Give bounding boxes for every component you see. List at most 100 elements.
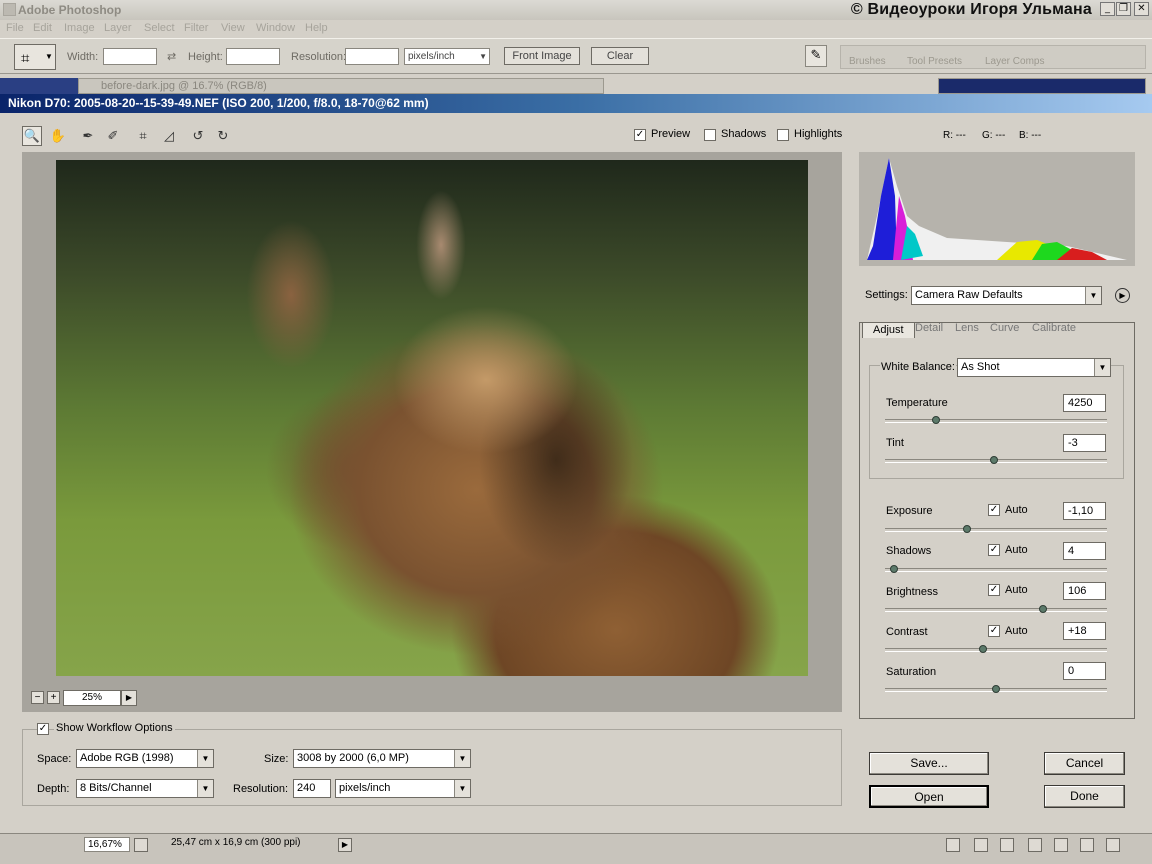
brightness-input[interactable]: 106 (1063, 582, 1106, 600)
tab-calibrate[interactable]: Calibrate (1032, 322, 1076, 338)
color-sampler-tool-icon[interactable]: ✐ (103, 126, 123, 146)
menu-file[interactable]: File (6, 22, 24, 34)
zoom-tool-icon[interactable]: 🔍 (22, 126, 42, 146)
settings-menu-icon[interactable]: ▶ (1115, 288, 1130, 303)
show-workflow-checkbox[interactable]: ✓ (37, 723, 49, 735)
tint-slider[interactable] (990, 456, 998, 464)
highlights-label: Highlights (794, 128, 843, 140)
highlights-checkbox[interactable] (777, 129, 789, 141)
document-window-titlebar[interactable]: before-dark.jpg @ 16.7% (RGB/8) (78, 78, 604, 94)
exposure-auto-checkbox[interactable]: ✓ (988, 504, 1000, 516)
layer-mask-icon[interactable] (1000, 838, 1014, 852)
cancel-button[interactable]: Cancel (1044, 752, 1125, 775)
depth-label: Depth: (37, 783, 70, 795)
zoom-out-button[interactable]: − (31, 691, 44, 704)
resolution-units-select[interactable]: pixels/inch ▼ (335, 779, 471, 798)
resolution-field[interactable] (345, 48, 399, 65)
done-button[interactable]: Done (1044, 785, 1125, 808)
units-select[interactable]: pixels/inch ▼ (404, 48, 490, 65)
front-image-button[interactable]: Front Image (504, 47, 580, 65)
white-balance-tool-icon[interactable]: ✒ (78, 126, 98, 146)
palette-tab-tool-presets[interactable]: Tool Presets (907, 56, 962, 67)
space-value: Adobe RGB (1998) (80, 752, 174, 764)
shadows-auto-checkbox[interactable]: ✓ (988, 544, 1000, 556)
contrast-input[interactable]: +18 (1063, 622, 1106, 640)
menu-select[interactable]: Select (144, 22, 175, 34)
open-button[interactable]: Open (869, 785, 989, 808)
height-field[interactable] (226, 48, 280, 65)
status-arrow-icon[interactable]: ▶ (338, 838, 352, 852)
straighten-tool-icon[interactable]: ◿ (159, 126, 179, 146)
link-layers-icon[interactable] (946, 838, 960, 852)
shadows-checkbox[interactable] (704, 129, 716, 141)
temperature-slider[interactable] (932, 416, 940, 424)
size-select[interactable]: 3008 by 2000 (6,0 MP) ▼ (293, 749, 471, 768)
menu-edit[interactable]: Edit (33, 22, 52, 34)
tab-detail[interactable]: Detail (915, 322, 943, 338)
white-balance-select[interactable]: As Shot ▼ (957, 358, 1111, 377)
space-select[interactable]: Adobe RGB (1998) ▼ (76, 749, 214, 768)
palette-tab-layer-comps[interactable]: Layer Comps (985, 56, 1044, 67)
save-button[interactable]: Save... (869, 752, 989, 775)
dog-fur-highlight (386, 300, 586, 460)
palette-well-icon[interactable]: ✎ (805, 45, 827, 67)
close-button[interactable]: ✕ (1134, 2, 1149, 16)
menu-help[interactable]: Help (305, 22, 328, 34)
status-menu-icon[interactable] (134, 838, 148, 852)
layer-style-icon[interactable] (974, 838, 988, 852)
clear-button[interactable]: Clear (591, 47, 649, 65)
status-document-info: 25,47 cm x 16,9 cm (300 ppi) (171, 837, 301, 848)
zoom-level-field[interactable]: 25% (63, 690, 121, 706)
zoom-in-button[interactable]: + (47, 691, 60, 704)
depth-select[interactable]: 8 Bits/Channel ▼ (76, 779, 214, 798)
menu-view[interactable]: View (221, 22, 245, 34)
temperature-label: Temperature (886, 397, 948, 409)
rotate-right-icon[interactable]: ↻ (213, 126, 233, 146)
settings-select[interactable]: Camera Raw Defaults ▼ (911, 286, 1102, 305)
zoom-menu-arrow-icon[interactable]: ▶ (121, 690, 137, 706)
temperature-input[interactable]: 4250 (1063, 394, 1106, 412)
menu-filter[interactable]: Filter (184, 22, 208, 34)
tint-input[interactable]: -3 (1063, 434, 1106, 452)
crop-tool-icon[interactable]: ⌗ (133, 126, 153, 146)
resolution-input[interactable]: 240 (293, 779, 331, 798)
tab-lens[interactable]: Lens (955, 322, 979, 338)
contrast-auto-checkbox[interactable]: ✓ (988, 625, 1000, 637)
brightness-slider[interactable] (1039, 605, 1047, 613)
brightness-auto-checkbox[interactable]: ✓ (988, 584, 1000, 596)
swap-icon[interactable]: ⇄ (167, 50, 176, 63)
restore-button[interactable]: ❐ (1116, 2, 1131, 16)
adjustment-layer-icon[interactable] (1028, 838, 1042, 852)
shadows-auto-label: Auto (1005, 544, 1028, 556)
menu-window[interactable]: Window (256, 22, 295, 34)
crop-tool-preset[interactable]: ⌗ ▼ (14, 44, 56, 70)
size-label: Size: (264, 753, 289, 765)
contrast-slider[interactable] (979, 645, 987, 653)
rotate-left-icon[interactable]: ↺ (188, 126, 208, 146)
shadows-slider[interactable] (890, 565, 898, 573)
exposure-input[interactable]: -1,10 (1063, 502, 1106, 520)
exposure-slider[interactable] (963, 525, 971, 533)
height-label: Height: (188, 51, 223, 63)
new-layer-icon[interactable] (1080, 838, 1094, 852)
menu-layer[interactable]: Layer (104, 22, 132, 34)
size-value: 3008 by 2000 (6,0 MP) (297, 752, 409, 764)
saturation-input[interactable]: 0 (1063, 662, 1106, 680)
white-balance-label: White Balance: (880, 361, 956, 373)
preview-image[interactable] (56, 160, 808, 676)
menu-image[interactable]: Image (64, 22, 95, 34)
preview-checkbox[interactable]: ✓ (634, 129, 646, 141)
width-field[interactable] (103, 48, 157, 65)
saturation-slider[interactable] (992, 685, 1000, 693)
status-zoom-field[interactable]: 16,67% (84, 837, 130, 852)
brightness-label: Brightness (886, 586, 938, 598)
new-group-icon[interactable] (1054, 838, 1068, 852)
tab-curve[interactable]: Curve (990, 322, 1019, 338)
shadows-input[interactable]: 4 (1063, 542, 1106, 560)
camera-raw-titlebar: Nikon D70: 2005-08-20--15-39-49.NEF (ISO… (0, 94, 1152, 113)
delete-layer-icon[interactable] (1106, 838, 1120, 852)
minimize-button[interactable]: _ (1100, 2, 1115, 16)
tab-adjust[interactable]: Adjust (862, 322, 915, 338)
palette-tab-brushes[interactable]: Brushes (849, 56, 886, 67)
hand-tool-icon[interactable]: ✋ (48, 126, 68, 146)
